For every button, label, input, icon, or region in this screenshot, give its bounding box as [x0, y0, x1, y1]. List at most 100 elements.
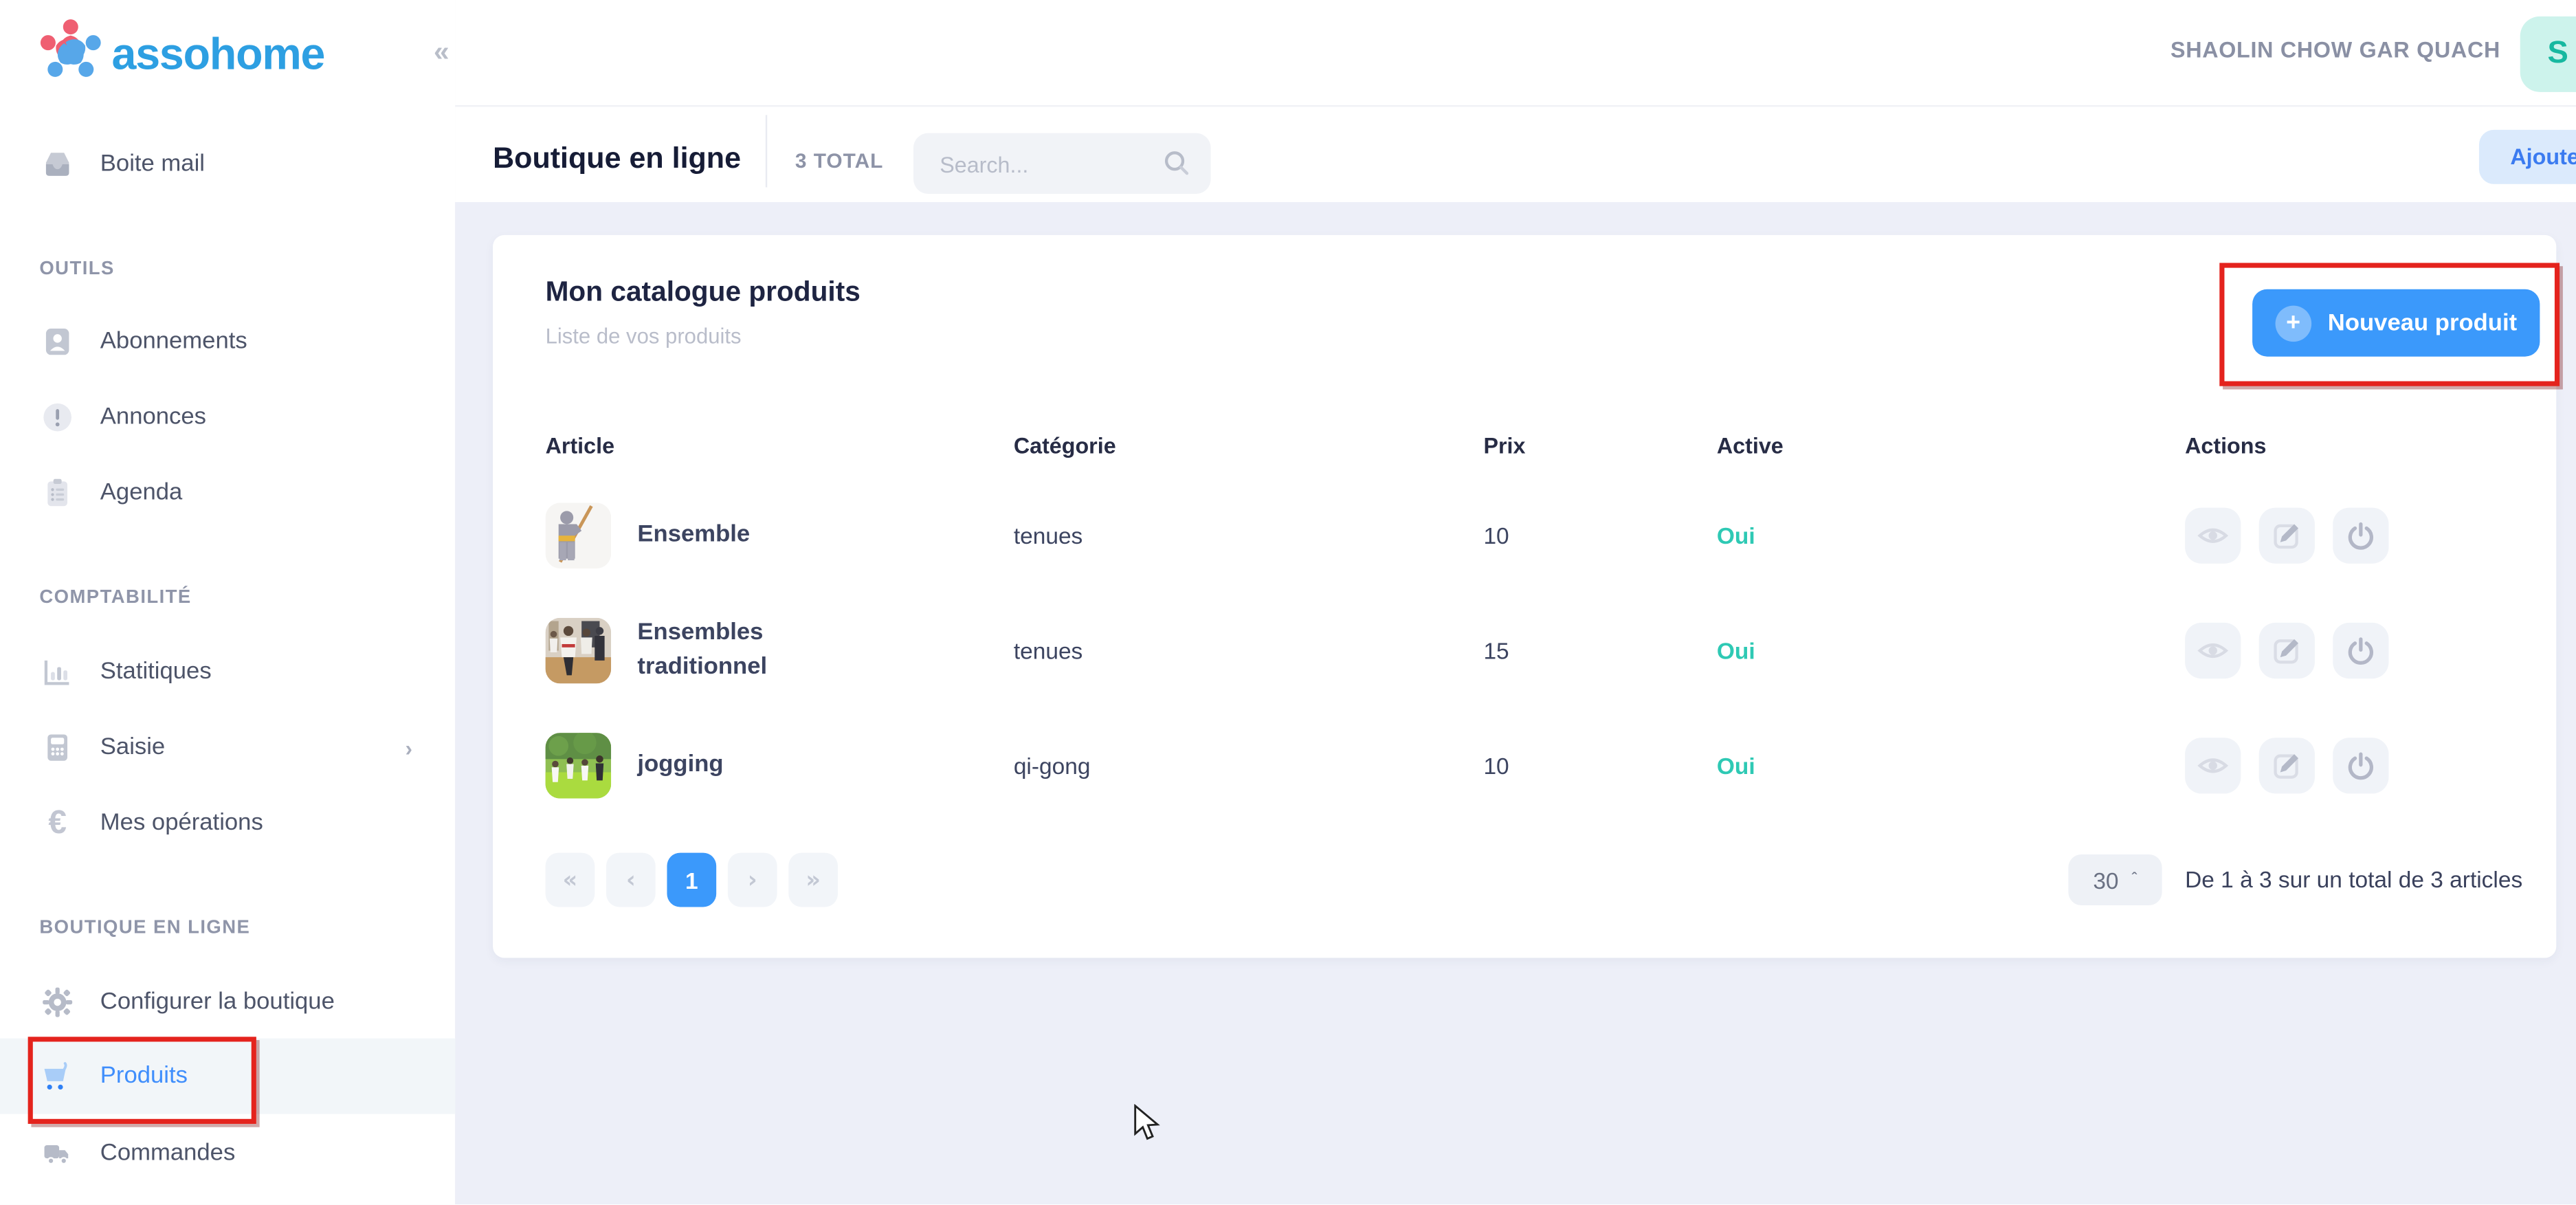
pagination-prev-button[interactable] — [606, 853, 656, 907]
sidebar-item-statitiques[interactable]: Statitiques — [0, 634, 455, 710]
pagination: 1 — [546, 853, 838, 907]
assohome-logo-icon — [33, 13, 109, 97]
view-button[interactable] — [2185, 738, 2241, 793]
table-row: Ensembles traditionnel tenues 15 Oui — [493, 593, 2556, 708]
search-box — [913, 133, 1211, 194]
search-icon[interactable] — [1162, 148, 1191, 186]
product-active: Oui — [1717, 753, 1755, 779]
column-header-categorie: Catégorie — [1014, 434, 1116, 458]
pagination-first-button[interactable] — [546, 853, 595, 907]
chevron-right-icon: › — [406, 736, 412, 760]
inbox-icon — [39, 146, 76, 183]
sidebar-item-mes-operations[interactable]: € Mes opérations — [0, 786, 455, 861]
table-row: Ensemble tenues 10 Oui — [493, 478, 2556, 593]
sidebar-item-agenda[interactable]: Agenda — [0, 455, 455, 531]
product-active: Oui — [1717, 522, 1755, 549]
product-category: qi-gong — [1014, 753, 1091, 779]
product-name[interactable]: Ensembles traditionnel — [637, 616, 810, 685]
product-category: tenues — [1014, 637, 1083, 663]
view-button[interactable] — [2185, 623, 2241, 678]
sidebar-item-label: Abonnements — [100, 329, 247, 355]
sidebar-item-boite-mail[interactable]: Boite mail — [0, 126, 455, 202]
column-header-active: Active — [1717, 434, 1784, 458]
sidebar-item-label: Agenda — [100, 480, 183, 506]
truck-icon — [39, 1136, 76, 1172]
product-price: 10 — [1483, 522, 1509, 549]
pagination-next-button[interactable] — [728, 853, 777, 907]
product-price: 15 — [1483, 637, 1509, 663]
sidebar-item-commandes[interactable]: Commandes — [0, 1116, 455, 1191]
card-title: Mon catalogue produits — [546, 276, 860, 309]
product-image-jogging — [546, 733, 612, 799]
plus-icon: + — [2275, 305, 2311, 341]
title-divider — [766, 115, 767, 187]
column-header-actions: Actions — [2185, 434, 2266, 458]
avatar[interactable]: S — [2520, 16, 2576, 92]
pagination-page-1[interactable]: 1 — [667, 853, 716, 907]
clipboard-icon — [39, 475, 76, 511]
calculator-icon — [39, 729, 76, 766]
sidebar-item-label: Mes opérations — [100, 810, 263, 836]
page-size-select[interactable]: 30 ˆ — [2068, 854, 2162, 905]
chevron-down-icon: ˆ — [2132, 871, 2138, 889]
sidebar: assohome « Boite mail OUTILS Abonnements… — [0, 0, 455, 1205]
card-subtitle: Liste de vos produits — [546, 324, 742, 349]
row-actions — [2185, 508, 2388, 564]
sidebar-item-produits[interactable]: Produits — [0, 1039, 455, 1114]
column-header-article: Article — [546, 434, 614, 458]
product-image-ensemble — [546, 502, 612, 568]
power-button[interactable] — [2333, 508, 2388, 564]
edit-button[interactable] — [2259, 508, 2315, 564]
row-actions — [2185, 623, 2388, 678]
power-button[interactable] — [2333, 623, 2388, 678]
sidebar-section-boutique: BOUTIQUE EN LIGNE — [39, 918, 250, 938]
sidebar-item-label: Commandes — [100, 1140, 235, 1167]
id-card-icon — [39, 324, 76, 360]
add-button[interactable]: Ajouter — [2479, 130, 2576, 184]
view-button[interactable] — [2185, 508, 2241, 564]
app-window: assohome « Boite mail OUTILS Abonnements… — [0, 0, 2576, 1205]
sidebar-section-outils: OUTILS — [39, 260, 114, 280]
column-header-prix: Prix — [1483, 434, 1525, 458]
sidebar-section-comptabilite: COMPTABILITÉ — [39, 588, 191, 608]
edit-button[interactable] — [2259, 738, 2315, 793]
products-card: Mon catalogue produits Liste de vos prod… — [493, 235, 2556, 958]
sidebar-item-annonces[interactable]: Annonces — [0, 379, 455, 455]
sidebar-item-label: Saisie — [100, 734, 165, 760]
row-actions — [2185, 738, 2388, 793]
gear-icon — [39, 984, 76, 1021]
user-name[interactable]: SHAOLIN CHOW GAR QUACH — [2170, 38, 2500, 63]
sidebar-item-abonnements[interactable]: Abonnements — [0, 304, 455, 379]
product-active: Oui — [1717, 637, 1755, 663]
product-image-ensembles-traditionnel — [546, 618, 612, 684]
sidebar-item-label: Configurer la boutique — [100, 989, 335, 1015]
sidebar-item-label: Boite mail — [100, 151, 205, 177]
cart-icon — [39, 1058, 76, 1094]
search-input[interactable] — [936, 133, 1156, 197]
brand-name: assohome — [112, 30, 325, 80]
power-button[interactable] — [2333, 738, 2388, 793]
header-divider — [455, 105, 2576, 107]
brand-logo[interactable]: assohome — [33, 13, 324, 97]
page-size-value: 30 — [2093, 867, 2118, 893]
product-name[interactable]: jogging — [637, 749, 810, 783]
new-product-label: Nouveau produit — [2328, 310, 2517, 336]
mouse-cursor — [1133, 1104, 1162, 1151]
sidebar-item-saisie[interactable]: Saisie › — [0, 710, 455, 786]
table-row: jogging qi-gong 10 Oui — [493, 708, 2556, 823]
bar-chart-icon — [39, 654, 76, 690]
sidebar-item-label: Produits — [100, 1063, 188, 1090]
product-name[interactable]: Ensemble — [637, 518, 810, 553]
product-category: tenues — [1014, 522, 1083, 549]
new-product-button[interactable]: + Nouveau produit — [2252, 289, 2540, 357]
sidebar-collapse-icon[interactable]: « — [434, 36, 449, 69]
sidebar-item-configurer-la-boutique[interactable]: Configurer la boutique — [0, 964, 455, 1040]
total-count-badge: 3 TOTAL — [795, 150, 883, 173]
sidebar-item-label: Annonces — [100, 404, 206, 430]
sidebar-item-label: Statitiques — [100, 659, 212, 685]
alert-circle-icon — [39, 399, 76, 436]
pagination-last-button[interactable] — [788, 853, 838, 907]
page-title: Boutique en ligne — [493, 142, 741, 176]
edit-button[interactable] — [2259, 623, 2315, 678]
euro-icon: € — [39, 805, 76, 841]
